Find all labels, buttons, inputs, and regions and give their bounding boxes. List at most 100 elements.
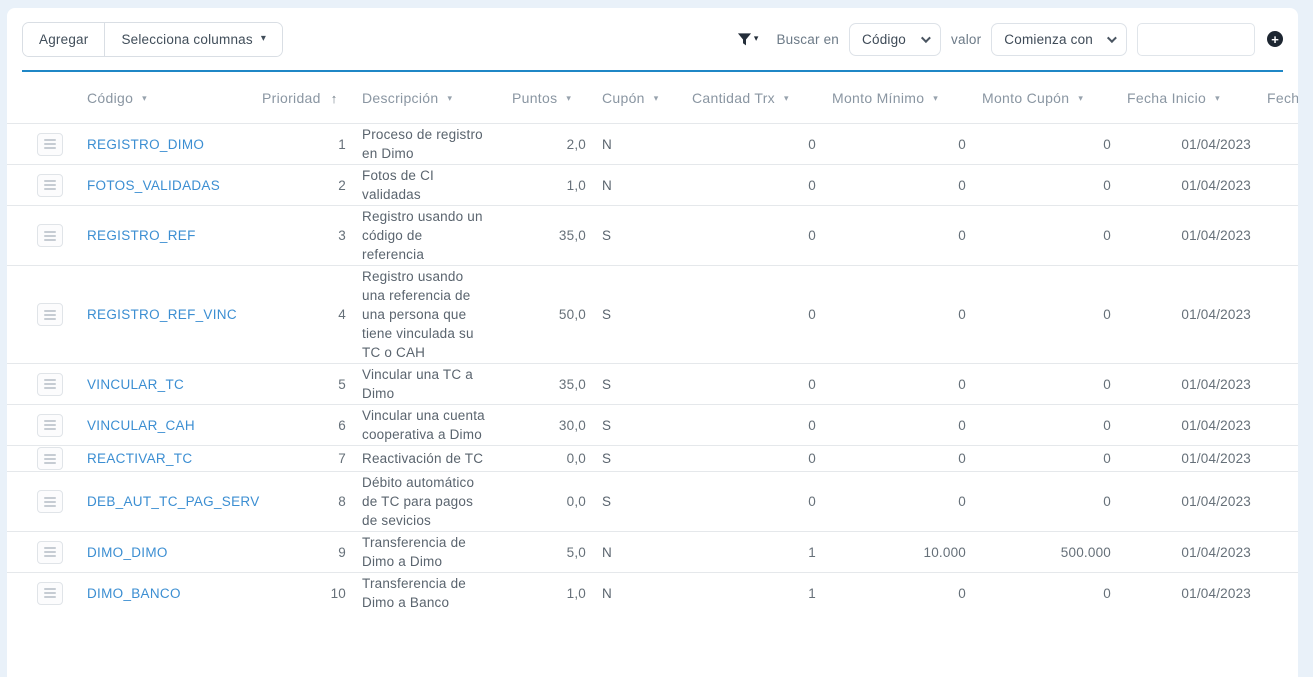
column-header-label: Cupón	[602, 90, 645, 106]
codigo-link[interactable]: REGISTRO_DIMO	[87, 137, 204, 152]
monto-cupon-cell: 500.000	[974, 532, 1119, 573]
value-label: valor	[951, 32, 981, 47]
add-button[interactable]: Agregar	[23, 23, 104, 56]
row-menu-cell	[7, 124, 79, 165]
column-header-label: Monto Mínimo	[832, 90, 924, 106]
codigo-link[interactable]: REACTIVAR_TC	[87, 451, 192, 466]
monto-cupon-cell: 0	[974, 472, 1119, 532]
add-filter-button[interactable]: +	[1267, 31, 1283, 47]
puntos-cell: 5,0	[504, 532, 594, 573]
hamburger-icon	[44, 310, 56, 312]
hamburger-icon	[44, 379, 56, 381]
row-menu-cell	[7, 266, 79, 364]
column-header-cantidad_trx[interactable]: Cantidad Trx▾	[684, 72, 824, 124]
monto-cupon-cell: 0	[974, 206, 1119, 266]
monto-cupon-cell: 0	[974, 405, 1119, 446]
column-header-descripcion[interactable]: Descripción▾	[354, 72, 504, 124]
codigo-cell: DIMO_BANCO	[79, 573, 254, 614]
codigo-cell: VINCULAR_TC	[79, 364, 254, 405]
codigo-link[interactable]: VINCULAR_TC	[87, 377, 184, 392]
filter-value-input[interactable]	[1137, 23, 1255, 56]
row-menu-button[interactable]	[37, 174, 63, 197]
codigo-link[interactable]: FOTOS_VALIDADAS	[87, 178, 220, 193]
sort-caret-icon: ▾	[142, 93, 147, 103]
row-menu-cell	[7, 573, 79, 614]
table-row: REGISTRO_DIMO 1 Proceso de registro en D…	[7, 124, 1298, 165]
cupon-cell: N	[594, 573, 684, 614]
descripcion-cell: Reactivación de TC	[354, 446, 504, 472]
puntos-cell: 1,0	[504, 573, 594, 614]
chevron-down-icon: ▾	[261, 34, 266, 44]
row-menu-cell	[7, 532, 79, 573]
row-menu-button[interactable]	[37, 541, 63, 564]
column-header-monto_cupon[interactable]: Monto Cupón▾	[974, 72, 1119, 124]
cupon-cell: S	[594, 206, 684, 266]
monto-cupon-cell: 0	[974, 266, 1119, 364]
monto-minimo-cell: 0	[824, 472, 974, 532]
descripcion-cell: Registro usando un código de referencia	[354, 206, 504, 266]
filter-controls: ▾ Buscar en Código valor Comienza con +	[737, 23, 1283, 56]
fecha-fin-cell	[1259, 124, 1298, 165]
codigo-link[interactable]: DEB_AUT_TC_PAG_SERV	[87, 494, 260, 509]
column-header-label: Código	[87, 90, 133, 106]
descripcion-cell: Vincular una TC a Dimo	[354, 364, 504, 405]
sort-ascending-icon: ↑	[331, 91, 338, 106]
puntos-cell: 35,0	[504, 364, 594, 405]
operator-select[interactable]: Comienza con	[991, 23, 1127, 56]
row-menu-button[interactable]	[37, 373, 63, 396]
codigo-link[interactable]: REGISTRO_REF	[87, 228, 196, 243]
row-menu-button[interactable]	[37, 133, 63, 156]
descripcion-cell: Registro usando una referencia de una pe…	[354, 266, 504, 364]
column-header-monto_minimo[interactable]: Monto Mínimo▾	[824, 72, 974, 124]
row-menu-button[interactable]	[37, 224, 63, 247]
fecha-inicio-cell: 01/04/2023	[1119, 124, 1259, 165]
puntos-cell: 1,0	[504, 165, 594, 206]
column-header-fecha_inicio[interactable]: Fecha Inicio▾	[1119, 72, 1259, 124]
fecha-inicio-cell: 01/04/2023	[1119, 206, 1259, 266]
monto-cupon-cell: 0	[974, 165, 1119, 206]
column-header-cupon[interactable]: Cupón ▾	[594, 72, 684, 124]
codigo-link[interactable]: DIMO_BANCO	[87, 586, 181, 601]
hamburger-icon	[44, 139, 56, 141]
codigo-link[interactable]: DIMO_DIMO	[87, 545, 168, 560]
column-header-label: Descripción	[362, 90, 438, 106]
fecha-inicio-cell: 01/04/2023	[1119, 532, 1259, 573]
fecha-fin-cell	[1259, 364, 1298, 405]
sort-caret-icon: ▾	[654, 93, 659, 103]
table-row: DIMO_DIMO 9 Transferencia de Dimo a Dimo…	[7, 532, 1298, 573]
toolbar: Agregar Selecciona columnas ▾ ▾ Buscar e…	[7, 8, 1298, 70]
prioridad-cell: 6	[254, 405, 354, 446]
column-header-prioridad[interactable]: Prioridad↑	[254, 72, 354, 124]
codigo-cell: REGISTRO_REF_VINC	[79, 266, 254, 364]
row-menu-button[interactable]	[37, 582, 63, 605]
descripcion-cell: Transferencia de Dimo a Dimo	[354, 532, 504, 573]
cupon-cell: S	[594, 266, 684, 364]
codigo-link[interactable]: REGISTRO_REF_VINC	[87, 307, 237, 322]
cantidad-trx-cell: 1	[684, 573, 824, 614]
hamburger-icon	[44, 497, 56, 499]
hamburger-icon	[44, 547, 56, 549]
codigo-link[interactable]: VINCULAR_CAH	[87, 418, 195, 433]
row-menu-button[interactable]	[37, 414, 63, 437]
column-header-fecha_fin[interactable]: Fecha Fin▾	[1259, 72, 1298, 124]
column-header-codigo[interactable]: Código ▾	[79, 72, 254, 124]
row-menu-button[interactable]	[37, 490, 63, 513]
column-header-puntos[interactable]: Puntos▾	[504, 72, 594, 124]
monto-minimo-cell: 0	[824, 124, 974, 165]
monto-cupon-cell: 0	[974, 446, 1119, 472]
cantidad-trx-cell: 0	[684, 472, 824, 532]
hamburger-icon	[44, 454, 56, 456]
table-row: REGISTRO_REF 3 Registro usando un código…	[7, 206, 1298, 266]
table-row: REGISTRO_REF_VINC 4 Registro usando una …	[7, 266, 1298, 364]
fecha-inicio-cell: 01/04/2023	[1119, 165, 1259, 206]
puntos-cell: 35,0	[504, 206, 594, 266]
select-columns-button[interactable]: Selecciona columnas ▾	[104, 23, 282, 56]
filter-menu-button[interactable]: ▾	[737, 32, 759, 47]
codigo-cell: VINCULAR_CAH	[79, 405, 254, 446]
search-field-select[interactable]: Código	[849, 23, 941, 56]
row-menu-button[interactable]	[37, 303, 63, 326]
monto-minimo-cell: 0	[824, 165, 974, 206]
cupon-cell: N	[594, 124, 684, 165]
monto-minimo-cell: 10.000	[824, 532, 974, 573]
row-menu-button[interactable]	[37, 447, 63, 470]
